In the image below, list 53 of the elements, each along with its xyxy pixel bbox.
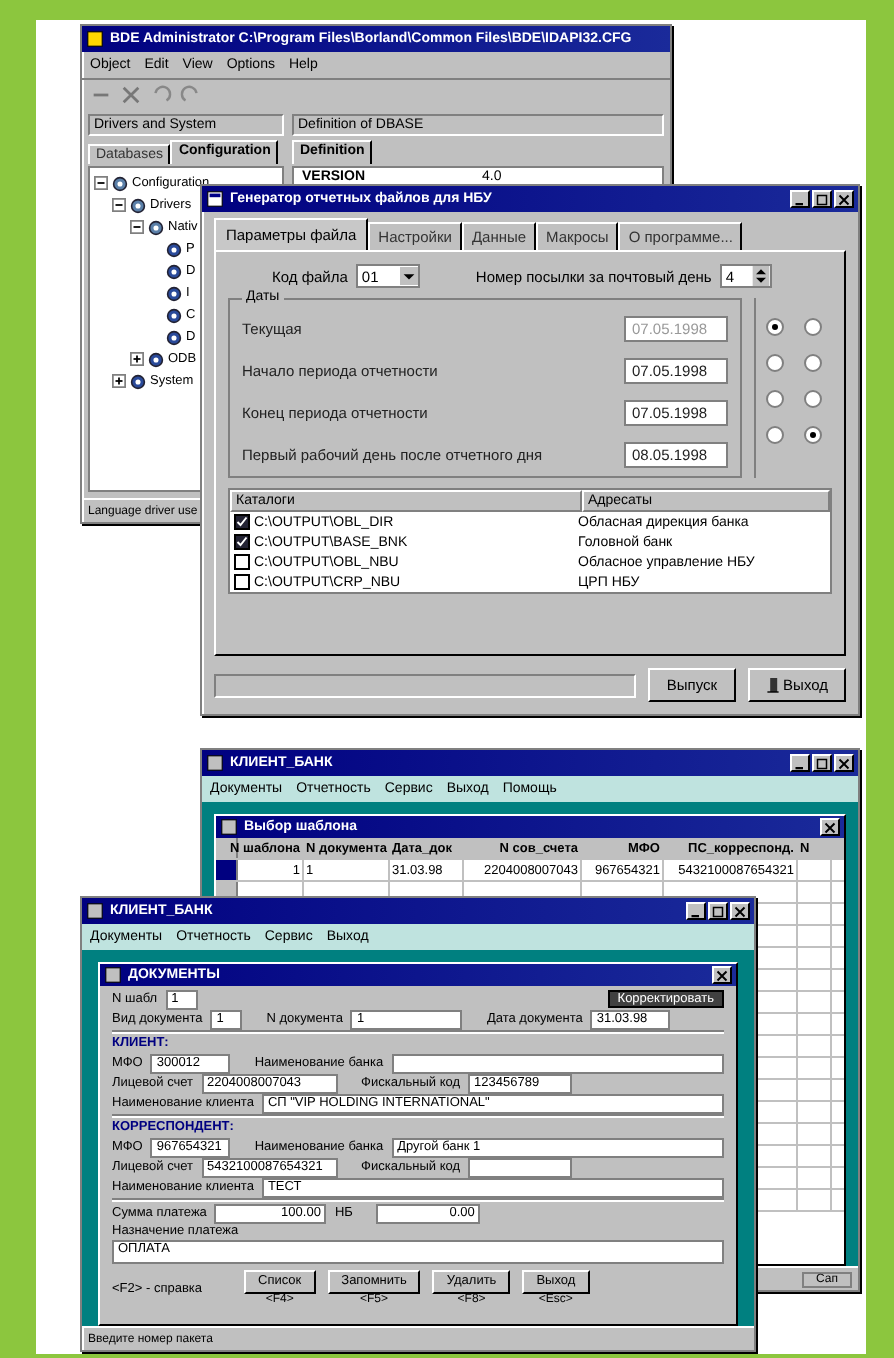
close-button[interactable] <box>730 902 750 920</box>
app-icon <box>206 754 224 772</box>
expand-icon[interactable] <box>112 374 126 388</box>
close-button[interactable] <box>820 818 840 836</box>
input-field[interactable] <box>391 1053 724 1073</box>
minimize-button[interactable] <box>686 902 706 920</box>
close-button[interactable] <box>834 190 854 208</box>
node-icon <box>166 285 182 301</box>
collapse-icon[interactable] <box>112 198 126 212</box>
close-button[interactable] <box>834 754 854 772</box>
radio-button[interactable] <box>804 354 822 372</box>
maximize-button[interactable] <box>812 754 832 772</box>
node-icon <box>166 329 182 345</box>
app-icon <box>86 902 104 920</box>
app-icon <box>206 190 224 208</box>
close-button[interactable] <box>712 966 732 984</box>
close-icon <box>734 905 746 917</box>
expand-icon[interactable] <box>130 352 144 366</box>
node-icon <box>130 197 146 213</box>
checkbox[interactable] <box>234 574 250 590</box>
radio-button[interactable] <box>766 354 784 372</box>
maximize-button[interactable] <box>812 190 832 208</box>
close-icon <box>824 821 836 833</box>
node-icon <box>130 373 146 389</box>
radio-button[interactable] <box>766 390 784 408</box>
maximize-icon <box>712 905 724 917</box>
close-icon <box>716 969 728 981</box>
minimize-button[interactable] <box>790 754 810 772</box>
node-icon <box>112 175 128 191</box>
checkbox[interactable] <box>234 514 250 530</box>
collapse-icon[interactable] <box>130 220 144 234</box>
maximize-button[interactable] <box>708 902 728 920</box>
node-icon <box>148 219 164 235</box>
door-icon <box>765 676 780 694</box>
node-icon <box>166 241 182 257</box>
close-icon <box>838 193 850 205</box>
row-selector[interactable] <box>216 860 238 880</box>
node-icon <box>166 307 182 323</box>
spinner-arrows-icon <box>751 266 770 286</box>
node-icon <box>166 263 182 279</box>
minimize-button[interactable] <box>790 190 810 208</box>
database-icon <box>86 30 104 48</box>
radio-button[interactable] <box>804 390 822 408</box>
checkbox[interactable] <box>234 554 250 570</box>
close-icon <box>838 757 850 769</box>
collapse-icon[interactable] <box>94 176 108 190</box>
checkbox[interactable] <box>234 534 250 550</box>
input-field[interactable] <box>468 1157 573 1177</box>
maximize-icon <box>816 193 828 205</box>
radio-button[interactable] <box>766 426 784 444</box>
radio-button[interactable] <box>804 426 822 444</box>
maximize-icon <box>816 757 828 769</box>
node-icon <box>148 351 164 367</box>
